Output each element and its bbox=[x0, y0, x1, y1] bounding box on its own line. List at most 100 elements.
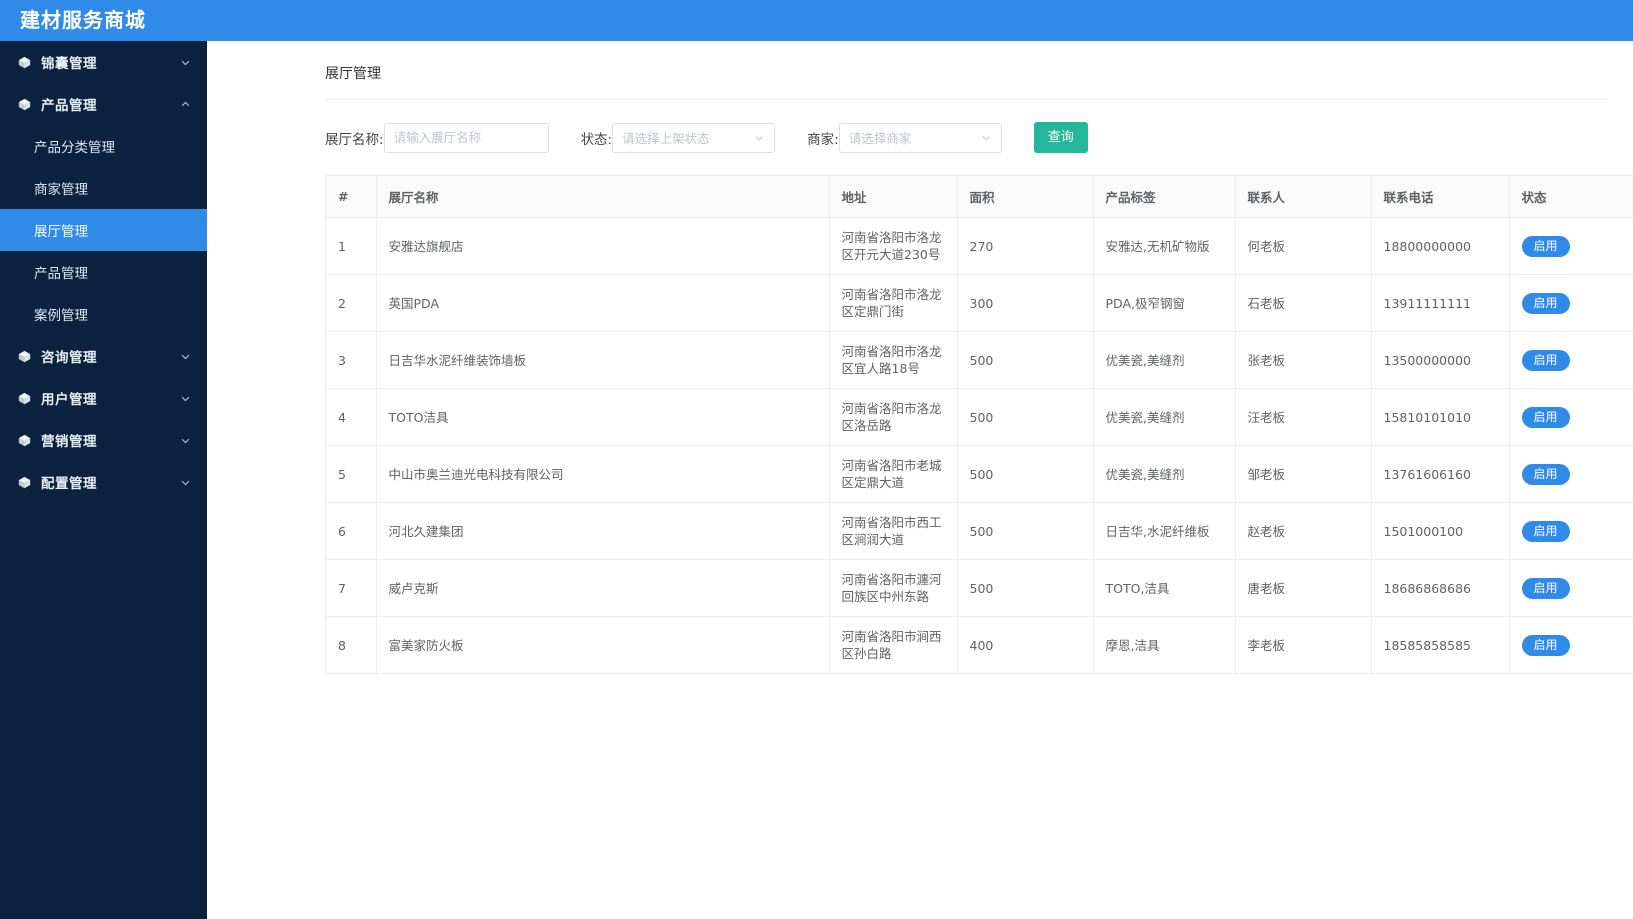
sidebar-subitem-label: 产品分类管理 bbox=[34, 140, 115, 156]
table-row[interactable]: 4 TOTO洁具 河南省洛阳市洛龙区洛岳路 500 优美瓷,美缝剂 汪老板 15… bbox=[326, 388, 1633, 446]
cell-phone: 18800000000 bbox=[1371, 217, 1510, 275]
cell-phone: 15810101010 bbox=[1371, 388, 1510, 446]
cell-address: 河南省洛阳市洛龙区定鼎门街 bbox=[829, 274, 958, 332]
col-header-status: 状态 bbox=[1509, 176, 1633, 218]
status-badge[interactable]: 启用 bbox=[1521, 292, 1570, 314]
cell-address: 河南省洛阳市瀍河回族区中州东路 bbox=[829, 559, 958, 617]
showroom-table-container: # 展厅名称 地址 面积 产品标签 联系人 联系电话 状态 1 安雅达旗舰店 河… bbox=[325, 175, 1633, 674]
filter-field-merchant: 商家: 请选择商家 bbox=[807, 122, 1002, 153]
col-header-index: # bbox=[326, 176, 377, 218]
showroom-name-input[interactable] bbox=[383, 122, 549, 153]
cell-index: 7 bbox=[326, 559, 377, 617]
filter-bar: 展厅名称: 状态: 请选择上架状态 商家: 请选择商家 bbox=[207, 100, 1633, 175]
cube-icon bbox=[18, 476, 31, 488]
query-button[interactable]: 查询 bbox=[1033, 122, 1088, 153]
sidebar-item-marketing-management[interactable]: 营销管理 bbox=[0, 419, 207, 461]
cell-status: 启用 bbox=[1509, 445, 1633, 503]
sidebar-item-product[interactable]: 产品管理 bbox=[0, 251, 207, 293]
sidebar-item-consult-management[interactable]: 咨询管理 bbox=[0, 335, 207, 377]
cell-phone: 13500000000 bbox=[1371, 331, 1510, 389]
cell-contact: 赵老板 bbox=[1235, 502, 1372, 560]
status-badge[interactable]: 启用 bbox=[1521, 577, 1570, 599]
cell-index: 4 bbox=[326, 388, 377, 446]
table-row[interactable]: 1 安雅达旗舰店 河南省洛阳市洛龙区开元大道230号 270 安雅达,无机矿物版… bbox=[326, 217, 1633, 275]
sidebar-item-product-management[interactable]: 产品管理 bbox=[0, 83, 207, 125]
chevron-down-icon bbox=[181, 396, 190, 401]
status-select[interactable]: 请选择上架状态 bbox=[612, 122, 776, 153]
sidebar-item-product-category[interactable]: 产品分类管理 bbox=[0, 125, 207, 167]
cell-contact: 汪老板 bbox=[1235, 388, 1372, 446]
cube-icon bbox=[18, 350, 31, 362]
table-row[interactable]: 2 英国PDA 河南省洛阳市洛龙区定鼎门街 300 PDA,极窄钢窗 石老板 1… bbox=[326, 274, 1633, 332]
status-badge[interactable]: 启用 bbox=[1521, 235, 1570, 257]
cell-area: 500 bbox=[957, 331, 1094, 389]
cell-phone: 18585858585 bbox=[1371, 616, 1510, 674]
table-row[interactable]: 8 富美家防火板 河南省洛阳市涧西区孙白路 400 摩恩,洁具 李老板 1858… bbox=[326, 616, 1633, 674]
merchant-select-value: 请选择商家 bbox=[848, 131, 912, 146]
cell-address: 河南省洛阳市洛龙区宜人路18号 bbox=[829, 331, 958, 389]
app-root: 建材服务商城 锦囊管理 产品管理 产品分类管理 商家管理 展厅管理 产品管理 案… bbox=[0, 0, 1633, 919]
chevron-down-icon bbox=[181, 480, 190, 485]
cell-index: 8 bbox=[326, 616, 377, 674]
cell-name: 河北久建集团 bbox=[376, 502, 830, 560]
cell-area: 270 bbox=[957, 217, 1094, 275]
cell-index: 2 bbox=[326, 274, 377, 332]
sidebar-item-merchant[interactable]: 商家管理 bbox=[0, 167, 207, 209]
status-badge[interactable]: 启用 bbox=[1521, 349, 1570, 371]
showroom-table: # 展厅名称 地址 面积 产品标签 联系人 联系电话 状态 1 安雅达旗舰店 河… bbox=[326, 176, 1633, 674]
sidebar-item-case[interactable]: 案例管理 bbox=[0, 293, 207, 335]
cell-status: 启用 bbox=[1509, 502, 1633, 560]
merchant-select[interactable]: 请选择商家 bbox=[838, 122, 1002, 153]
cell-index: 5 bbox=[326, 445, 377, 503]
table-row[interactable]: 6 河北久建集团 河南省洛阳市西工区涧润大道 500 日吉华,水泥纤维板 赵老板… bbox=[326, 502, 1633, 560]
filter-field-status: 状态: 请选择上架状态 bbox=[580, 122, 776, 153]
cell-area: 300 bbox=[957, 274, 1094, 332]
cell-area: 500 bbox=[957, 388, 1094, 446]
cell-status: 启用 bbox=[1509, 616, 1633, 674]
app-brand-title: 建材服务商城 bbox=[20, 8, 146, 32]
sidebar-item-config-management[interactable]: 配置管理 bbox=[0, 461, 207, 503]
sidebar-nav: 锦囊管理 产品管理 产品分类管理 商家管理 展厅管理 产品管理 案例管理 咨询管… bbox=[0, 41, 207, 919]
cell-tags: 日吉华,水泥纤维板 bbox=[1093, 502, 1236, 560]
sidebar-item-label: 咨询管理 bbox=[41, 350, 97, 366]
cell-area: 400 bbox=[957, 616, 1094, 674]
table-row[interactable]: 5 中山市奥兰迪光电科技有限公司 河南省洛阳市老城区定鼎大道 500 优美瓷,美… bbox=[326, 445, 1633, 503]
sidebar-item-label: 营销管理 bbox=[41, 434, 97, 450]
table-header-row: # 展厅名称 地址 面积 产品标签 联系人 联系电话 状态 bbox=[326, 176, 1633, 218]
status-label: 状态: bbox=[580, 131, 613, 148]
status-badge[interactable]: 启用 bbox=[1521, 634, 1570, 656]
showroom-name-label: 展厅名称: bbox=[325, 131, 384, 148]
cell-name: 安雅达旗舰店 bbox=[376, 217, 830, 275]
cell-name: 日吉华水泥纤维装饰墙板 bbox=[376, 331, 830, 389]
top-header-bar: 建材服务商城 bbox=[0, 0, 1633, 41]
cell-phone: 13761606160 bbox=[1371, 445, 1510, 503]
status-badge[interactable]: 启用 bbox=[1521, 463, 1570, 485]
table-row[interactable]: 3 日吉华水泥纤维装饰墙板 河南省洛阳市洛龙区宜人路18号 500 优美瓷,美缝… bbox=[326, 331, 1633, 389]
sidebar-item-label: 用户管理 bbox=[41, 392, 97, 408]
col-header-phone: 联系电话 bbox=[1371, 176, 1510, 218]
sidebar-item-label: 配置管理 bbox=[41, 476, 97, 492]
cube-icon bbox=[18, 392, 31, 404]
table-row[interactable]: 7 威卢克斯 河南省洛阳市瀍河回族区中州东路 500 TOTO,洁具 唐老板 1… bbox=[326, 559, 1633, 617]
sidebar-subitem-label: 展厅管理 bbox=[34, 224, 88, 240]
sidebar-item-jingnang[interactable]: 锦囊管理 bbox=[0, 41, 207, 83]
cell-name: 中山市奥兰迪光电科技有限公司 bbox=[376, 445, 830, 503]
cell-tags: TOTO,洁具 bbox=[1093, 559, 1236, 617]
cube-icon bbox=[18, 98, 31, 110]
status-badge[interactable]: 启用 bbox=[1521, 520, 1570, 542]
chevron-down-icon bbox=[755, 135, 763, 141]
cell-tags: 优美瓷,美缝剂 bbox=[1093, 331, 1236, 389]
col-header-contact: 联系人 bbox=[1235, 176, 1372, 218]
col-header-name: 展厅名称 bbox=[376, 176, 830, 218]
chevron-down-icon bbox=[981, 135, 990, 141]
cell-tags: 优美瓷,美缝剂 bbox=[1093, 388, 1236, 446]
cell-status: 启用 bbox=[1509, 388, 1633, 446]
cell-tags: 安雅达,无机矿物版 bbox=[1093, 217, 1236, 275]
cell-status: 启用 bbox=[1509, 217, 1633, 275]
status-badge[interactable]: 启用 bbox=[1521, 406, 1570, 428]
sidebar-item-user-management[interactable]: 用户管理 bbox=[0, 377, 207, 419]
cell-area: 500 bbox=[957, 559, 1094, 617]
sidebar-item-showroom[interactable]: 展厅管理 bbox=[0, 209, 207, 251]
chevron-up-icon bbox=[181, 101, 190, 106]
cell-address: 河南省洛阳市西工区涧润大道 bbox=[829, 502, 958, 560]
